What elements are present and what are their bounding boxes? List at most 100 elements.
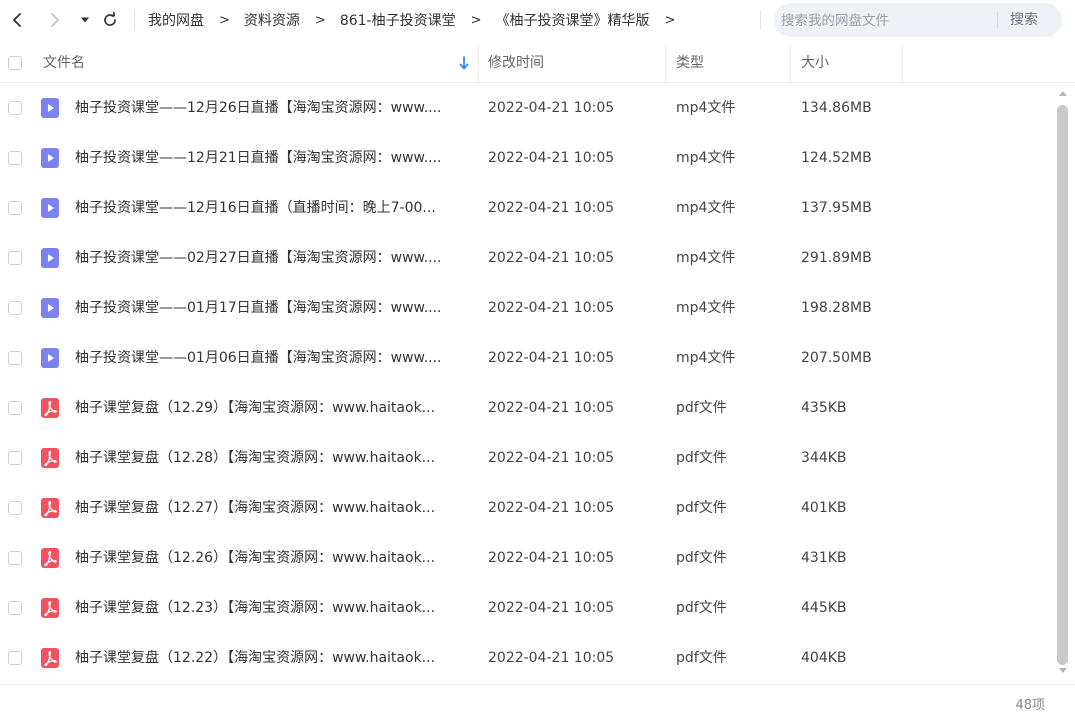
file-name[interactable]: 柚子课堂复盘（12.29）【海淘宝资源网：www.haitaok... xyxy=(75,383,470,433)
search-box: 搜索 xyxy=(774,3,1062,37)
file-size: 344KB xyxy=(801,450,847,466)
file-size: 134.86MB xyxy=(801,100,872,116)
breadcrumb-separator: > xyxy=(470,12,482,28)
video-file-icon xyxy=(41,198,59,218)
breadcrumb-item-my-drive[interactable]: 我的网盘 xyxy=(148,10,204,30)
file-type: pdf文件 xyxy=(676,400,727,416)
file-modified-time: 2022-04-21 10:05 xyxy=(488,300,615,316)
file-modified-time: 2022-04-21 10:05 xyxy=(488,400,615,416)
column-divider[interactable] xyxy=(478,44,479,82)
column-header-name[interactable]: 文件名 xyxy=(43,44,85,82)
file-name[interactable]: 柚子投资课堂——01月17日直播【海淘宝资源网：www.... xyxy=(75,283,470,333)
column-divider[interactable] xyxy=(665,44,666,82)
pdf-file-icon xyxy=(41,498,59,518)
row-checkbox[interactable] xyxy=(8,601,22,615)
file-type: mp4文件 xyxy=(676,100,736,116)
file-row[interactable]: 柚子课堂复盘（12.26）【海淘宝资源网：www.haitaok... 2022-… xyxy=(0,533,1055,583)
file-row[interactable]: 柚子投资课堂——12月21日直播【海淘宝资源网：www.... 2022-04-2… xyxy=(0,133,1055,183)
refresh-button[interactable] xyxy=(98,8,122,32)
search-button[interactable]: 搜索 xyxy=(1010,3,1038,37)
file-type: mp4文件 xyxy=(676,300,736,316)
scroll-down-arrow-icon[interactable] xyxy=(1057,666,1069,676)
breadcrumb: 我的网盘 > 资料资源 > 861-柚子投资课堂 > 《柚子投资课堂》精华版 > xyxy=(148,0,689,40)
forward-button[interactable] xyxy=(44,8,66,32)
file-row[interactable]: 柚子投资课堂——12月26日直播【海淘宝资源网：www.... 2022-04-2… xyxy=(0,83,1055,133)
file-type: pdf文件 xyxy=(676,600,727,616)
file-row[interactable]: 柚子课堂复盘（12.27）【海淘宝资源网：www.haitaok... 2022-… xyxy=(0,483,1055,533)
file-name[interactable]: 柚子投资课堂——12月16日直播（直播时间：晚上7-00... xyxy=(75,183,470,233)
file-name[interactable]: 柚子课堂复盘（12.28）【海淘宝资源网：www.haitaok... xyxy=(75,433,470,483)
file-list-header: 文件名 修改时间 类型 大小 xyxy=(0,44,1075,83)
sort-descending-icon[interactable] xyxy=(459,56,469,70)
file-row[interactable]: 柚子课堂复盘（12.22）【海淘宝资源网：www.haitaok... 2022-… xyxy=(0,633,1055,683)
file-size: 291.89MB xyxy=(801,250,872,266)
file-type: mp4文件 xyxy=(676,250,736,266)
file-row[interactable]: 柚子课堂复盘（12.29）【海淘宝资源网：www.haitaok... 2022-… xyxy=(0,383,1055,433)
breadcrumb-expand-separator[interactable]: > xyxy=(665,13,676,28)
file-modified-time: 2022-04-21 10:05 xyxy=(488,100,615,116)
chevron-right-icon xyxy=(51,13,59,27)
file-type: pdf文件 xyxy=(676,650,727,666)
refresh-icon xyxy=(104,12,116,26)
file-name[interactable]: 柚子投资课堂——01月06日直播【海淘宝资源网：www.... xyxy=(75,333,470,383)
row-checkbox[interactable] xyxy=(8,451,22,465)
toolbar: 我的网盘 > 资料资源 > 861-柚子投资课堂 > 《柚子投资课堂》精华版 >… xyxy=(0,0,1075,40)
file-name[interactable]: 柚子投资课堂——12月26日直播【海淘宝资源网：www.... xyxy=(75,83,470,133)
select-all-checkbox[interactable] xyxy=(8,56,22,70)
back-button[interactable] xyxy=(6,8,28,32)
column-header-type[interactable]: 类型 xyxy=(676,44,704,82)
scrollbar-thumb[interactable] xyxy=(1057,105,1068,665)
file-size: 207.50MB xyxy=(801,350,872,366)
file-name[interactable]: 柚子课堂复盘（12.22）【海淘宝资源网：www.haitaok... xyxy=(75,633,470,683)
toolbar-divider xyxy=(760,10,761,30)
row-checkbox[interactable] xyxy=(8,201,22,215)
video-file-icon xyxy=(41,248,59,268)
video-file-icon xyxy=(41,298,59,318)
pdf-file-icon xyxy=(41,448,59,468)
history-dropdown-button[interactable] xyxy=(78,8,92,32)
file-size: 445KB xyxy=(801,600,847,616)
file-name[interactable]: 柚子课堂复盘（12.27）【海淘宝资源网：www.haitaok... xyxy=(75,483,470,533)
row-checkbox[interactable] xyxy=(8,251,22,265)
breadcrumb-item-current-folder[interactable]: 《柚子投资课堂》精华版 xyxy=(496,10,650,30)
file-name[interactable]: 柚子课堂复盘（12.26）【海淘宝资源网：www.haitaok... xyxy=(75,533,470,583)
file-modified-time: 2022-04-21 10:05 xyxy=(488,350,615,366)
file-size: 401KB xyxy=(801,500,847,516)
file-size: 124.52MB xyxy=(801,150,872,166)
file-type: mp4文件 xyxy=(676,350,736,366)
file-modified-time: 2022-04-21 10:05 xyxy=(488,450,615,466)
breadcrumb-item-course-folder[interactable]: 861-柚子投资课堂 xyxy=(340,10,456,30)
search-input[interactable] xyxy=(779,10,995,32)
breadcrumb-separator: > xyxy=(219,12,230,28)
column-divider[interactable] xyxy=(902,44,903,82)
file-row[interactable]: 柚子课堂复盘（12.28）【海淘宝资源网：www.haitaok... 2022-… xyxy=(0,433,1055,483)
file-row[interactable]: 柚子投资课堂——01月06日直播【海淘宝资源网：www.... 2022-04-2… xyxy=(0,333,1055,383)
row-checkbox[interactable] xyxy=(8,551,22,565)
row-checkbox[interactable] xyxy=(8,101,22,115)
column-header-modified[interactable]: 修改时间 xyxy=(488,44,544,82)
file-type: pdf文件 xyxy=(676,450,727,466)
file-row[interactable]: 柚子课堂复盘（12.23）【海淘宝资源网：www.haitaok... 2022-… xyxy=(0,583,1055,633)
file-row[interactable]: 柚子投资课堂——02月27日直播【海淘宝资源网：www.... 2022-04-2… xyxy=(0,233,1055,283)
file-name[interactable]: 柚子投资课堂——02月27日直播【海淘宝资源网：www.... xyxy=(75,233,470,283)
file-row[interactable]: 柚子投资课堂——01月17日直播【海淘宝资源网：www.... 2022-04-2… xyxy=(0,283,1055,333)
row-checkbox[interactable] xyxy=(8,501,22,515)
file-type: pdf文件 xyxy=(676,550,727,566)
video-file-icon xyxy=(41,148,59,168)
file-name[interactable]: 柚子课堂复盘（12.23）【海淘宝资源网：www.haitaok... xyxy=(75,583,470,633)
row-checkbox[interactable] xyxy=(8,351,22,365)
file-size: 435KB xyxy=(801,400,847,416)
breadcrumb-item-resources[interactable]: 资料资源 xyxy=(244,10,300,30)
file-size: 137.95MB xyxy=(801,200,872,216)
row-checkbox[interactable] xyxy=(8,401,22,415)
column-divider[interactable] xyxy=(790,44,791,82)
column-header-size[interactable]: 大小 xyxy=(801,44,829,82)
row-checkbox[interactable] xyxy=(8,651,22,665)
row-checkbox[interactable] xyxy=(8,301,22,315)
file-name[interactable]: 柚子投资课堂——12月21日直播【海淘宝资源网：www.... xyxy=(75,133,470,183)
file-row[interactable]: 柚子投资课堂——12月16日直播（直播时间：晚上7-00... 2022-04-2… xyxy=(0,183,1055,233)
scroll-up-arrow-icon[interactable] xyxy=(1057,88,1069,98)
row-checkbox[interactable] xyxy=(8,151,22,165)
pdf-file-icon xyxy=(41,398,59,418)
file-size: 431KB xyxy=(801,550,847,566)
